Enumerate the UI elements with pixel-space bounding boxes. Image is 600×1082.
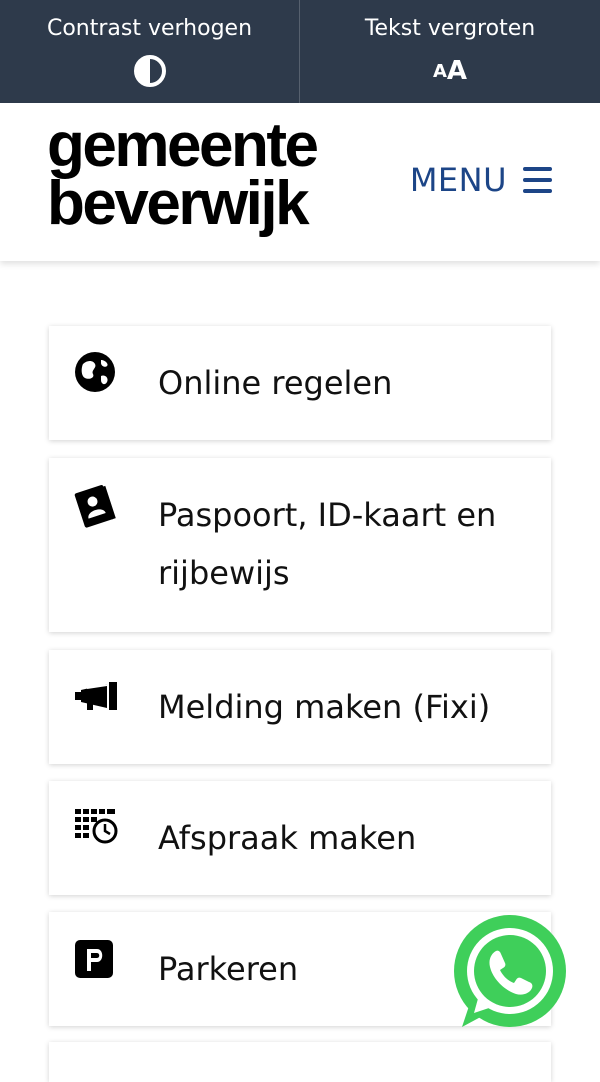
text-size-label: Tekst vergroten — [364, 16, 536, 41]
calendar-clock-icon — [73, 805, 121, 853]
tile-partial[interactable] — [49, 1042, 551, 1082]
menu-button[interactable]: MENU — [410, 161, 552, 199]
passport-icon — [73, 482, 121, 530]
tile-label: Afspraak maken — [158, 819, 417, 857]
text-size-icon: AA — [433, 54, 467, 88]
logo-line-2: beverwijk — [47, 169, 310, 238]
parking-icon — [73, 936, 121, 984]
tile-afspraak-maken[interactable]: Afspraak maken — [49, 781, 551, 895]
logo-line-1: gemeente — [47, 111, 319, 180]
megaphone-icon — [73, 674, 121, 722]
tile-online-regelen[interactable]: Online regelen — [49, 326, 551, 440]
contrast-icon — [133, 54, 167, 88]
contrast-toggle-button[interactable]: Contrast verhogen — [0, 0, 300, 103]
site-header: gemeente beverwijk MENU — [0, 103, 600, 261]
globe-icon — [73, 350, 121, 398]
text-size-big-a: A — [446, 56, 468, 86]
tile-melding-maken[interactable]: Melding maken (Fixi) — [49, 650, 551, 764]
accessibility-bar: Contrast verhogen Tekst vergroten AA — [0, 0, 600, 103]
tile-paspoort[interactable]: Paspoort, ID-kaart en rijbewijs — [49, 458, 551, 632]
municipality-logo[interactable]: gemeente beverwijk — [47, 111, 319, 238]
text-size-button[interactable]: Tekst vergroten AA — [300, 0, 600, 103]
menu-label: MENU — [409, 161, 507, 199]
tile-label: Melding maken (Fixi) — [158, 688, 491, 726]
whatsapp-button[interactable] — [448, 913, 570, 1035]
text-size-small-a: A — [432, 60, 447, 82]
whatsapp-icon — [454, 915, 566, 1027]
hamburger-icon — [523, 167, 552, 193]
tile-label: Paspoort, ID-kaart en rijbewijs — [158, 496, 497, 592]
tile-label: Online regelen — [158, 364, 393, 402]
contrast-toggle-label: Contrast verhogen — [46, 16, 253, 41]
